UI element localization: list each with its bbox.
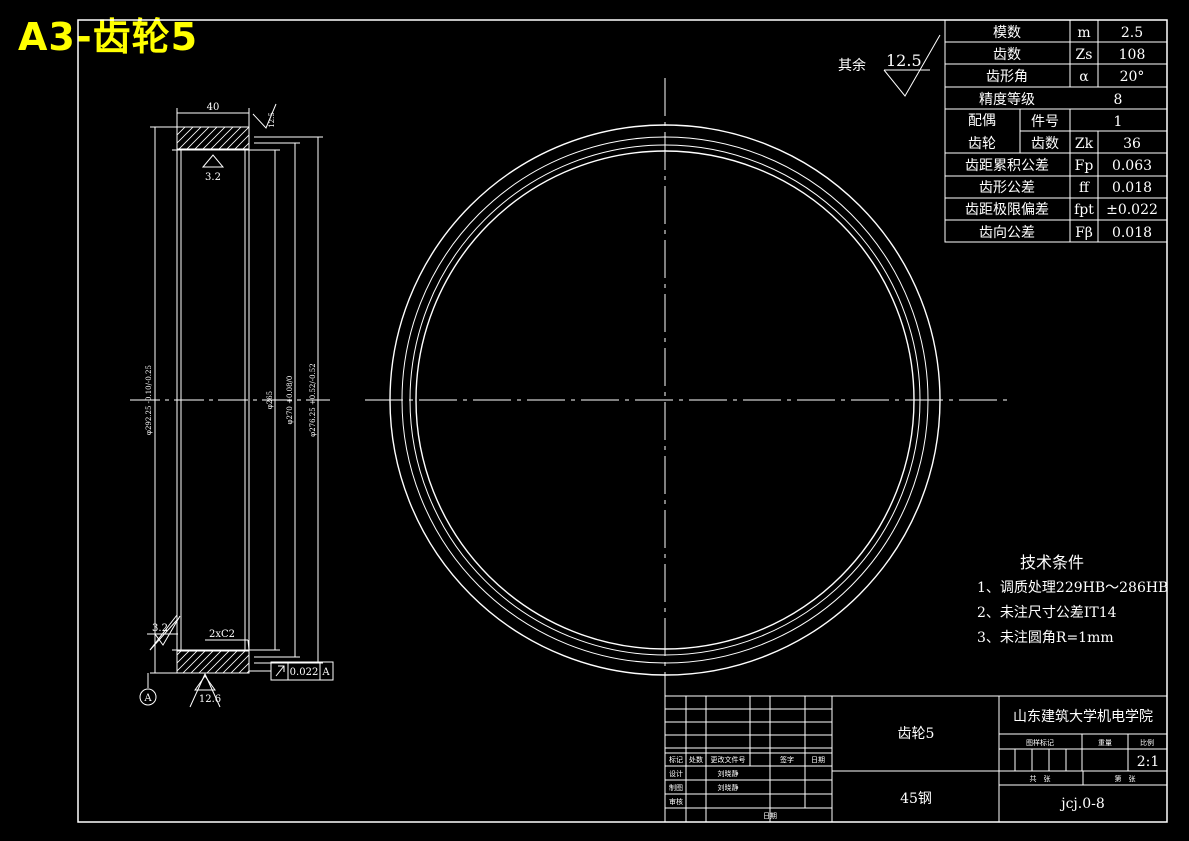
- param-name: 件号: [1031, 114, 1059, 130]
- gear-parameter-text: 模数 m 2.5 齿数 Zs 108 齿形角 α 20° 精度等级 8 配偶 齿…: [965, 25, 1158, 241]
- material: 45钢: [900, 791, 932, 807]
- sheet-total: 共 张: [1030, 774, 1051, 783]
- param-symbol: fpt: [1074, 202, 1094, 218]
- dia-pitch: φ276.25 +0.52/-0.52: [309, 363, 317, 436]
- param-value: 0.063: [1112, 158, 1152, 174]
- date-label: 日期: [763, 812, 777, 820]
- other-value: 12.5: [886, 51, 922, 70]
- param-value: 1: [1114, 114, 1123, 130]
- rev-header: 签字: [780, 755, 794, 764]
- param-name: 齿距累积公差: [965, 158, 1049, 174]
- other-label: 其余: [838, 57, 866, 74]
- dia-mid: φ270 +0.08/0: [286, 376, 294, 425]
- param-name: 齿数: [1031, 136, 1059, 152]
- rough-top: 12.5: [268, 112, 276, 128]
- param-symbol: Fp: [1075, 158, 1094, 174]
- part-name: 齿轮5: [898, 726, 935, 742]
- role-label: 审核: [669, 797, 683, 806]
- tech-title: 技术条件: [1020, 553, 1084, 572]
- drawing-number: jcj.0-8: [1059, 796, 1105, 812]
- col-header: 重量: [1098, 739, 1112, 747]
- tolerance-value: 0.022: [290, 667, 319, 678]
- rough-corner: 3.2: [152, 623, 168, 634]
- param-value: 20°: [1120, 69, 1145, 85]
- param-name: 齿数: [993, 47, 1021, 63]
- drafter-name: 刘晓静: [718, 783, 739, 792]
- param-name: 模数: [993, 25, 1021, 41]
- param-name: 齿距极限偏差: [965, 202, 1049, 218]
- col-header: 比例: [1140, 738, 1154, 747]
- designer-name: 刘晓静: [718, 769, 739, 778]
- tech-item: 1、调质处理229HB～286HB: [977, 580, 1168, 596]
- rev-header: 标记: [669, 755, 683, 764]
- hatched-rim-top: [176, 126, 250, 150]
- tech-item: 3、未注圆角R=1mm: [977, 630, 1114, 646]
- param-value: 0.018: [1112, 180, 1152, 196]
- dia-bore: φ265: [266, 391, 274, 409]
- section-view-labels: 40 12.5 3.2 3.2 2xC2 12.6 A 0.022 A φ292…: [143, 102, 330, 705]
- param-value: 0.018: [1112, 225, 1152, 241]
- param-value: 8: [1114, 92, 1123, 108]
- role-label: 制图: [669, 783, 683, 792]
- param-name: 齿形公差: [979, 180, 1035, 196]
- param-value: 36: [1123, 136, 1141, 152]
- rev-header: 更改文件号: [711, 755, 746, 764]
- param-name: 齿形角: [986, 69, 1028, 85]
- param-symbol: Zk: [1075, 136, 1094, 152]
- rev-header: 日期: [811, 756, 825, 764]
- param-name: 精度等级: [979, 91, 1035, 108]
- width-dim: 40: [207, 102, 220, 113]
- param-symbol: α: [1079, 69, 1089, 85]
- gear-section-view: [130, 103, 334, 708]
- school-name: 山东建筑大学机电学院: [1013, 709, 1153, 725]
- param-symbol: ff: [1079, 180, 1090, 196]
- param-name: 齿向公差: [979, 225, 1035, 241]
- title-block-text: 齿轮5 45钢 山东建筑大学机电学院 图样标记 重量 比例 2:1 共 张 第 …: [669, 709, 1159, 820]
- param-symbol: Zs: [1076, 47, 1093, 63]
- rough-inner: 3.2: [205, 172, 221, 183]
- datum-label: A: [143, 693, 152, 704]
- mate-label: 配偶: [968, 113, 996, 129]
- param-symbol: m: [1077, 25, 1090, 41]
- mate-label: 齿轮: [968, 136, 996, 152]
- sheet-number: 第 张: [1115, 774, 1136, 783]
- tech-item: 2、未注尺寸公差IT14: [977, 605, 1117, 621]
- role-label: 设计: [669, 769, 683, 778]
- technical-conditions: 技术条件 1、调质处理229HB～286HB 2、未注尺寸公差IT14 3、未注…: [977, 553, 1168, 646]
- rough-bottom: 12.6: [199, 694, 221, 705]
- tolerance-datum: A: [321, 667, 330, 678]
- param-value: 108: [1119, 47, 1146, 63]
- rev-header: 处数: [689, 755, 703, 764]
- col-header: 图样标记: [1026, 738, 1054, 747]
- engineering-drawing: 模数 m 2.5 齿数 Zs 108 齿形角 α 20° 精度等级 8 配偶 齿…: [77, 19, 1168, 823]
- scale: 2:1: [1137, 754, 1160, 770]
- param-symbol: Fβ: [1075, 225, 1093, 241]
- hatched-rim-bottom: [176, 650, 250, 674]
- gear-front-view: [365, 78, 1008, 722]
- param-value: ±0.022: [1106, 202, 1158, 218]
- dia-outer: φ292.25 -0.10/-0.25: [145, 365, 153, 435]
- surface-roughness-note: 其余 12.5: [838, 34, 941, 97]
- chamfer-label: 2xC2: [209, 629, 235, 640]
- param-value: 2.5: [1121, 25, 1143, 41]
